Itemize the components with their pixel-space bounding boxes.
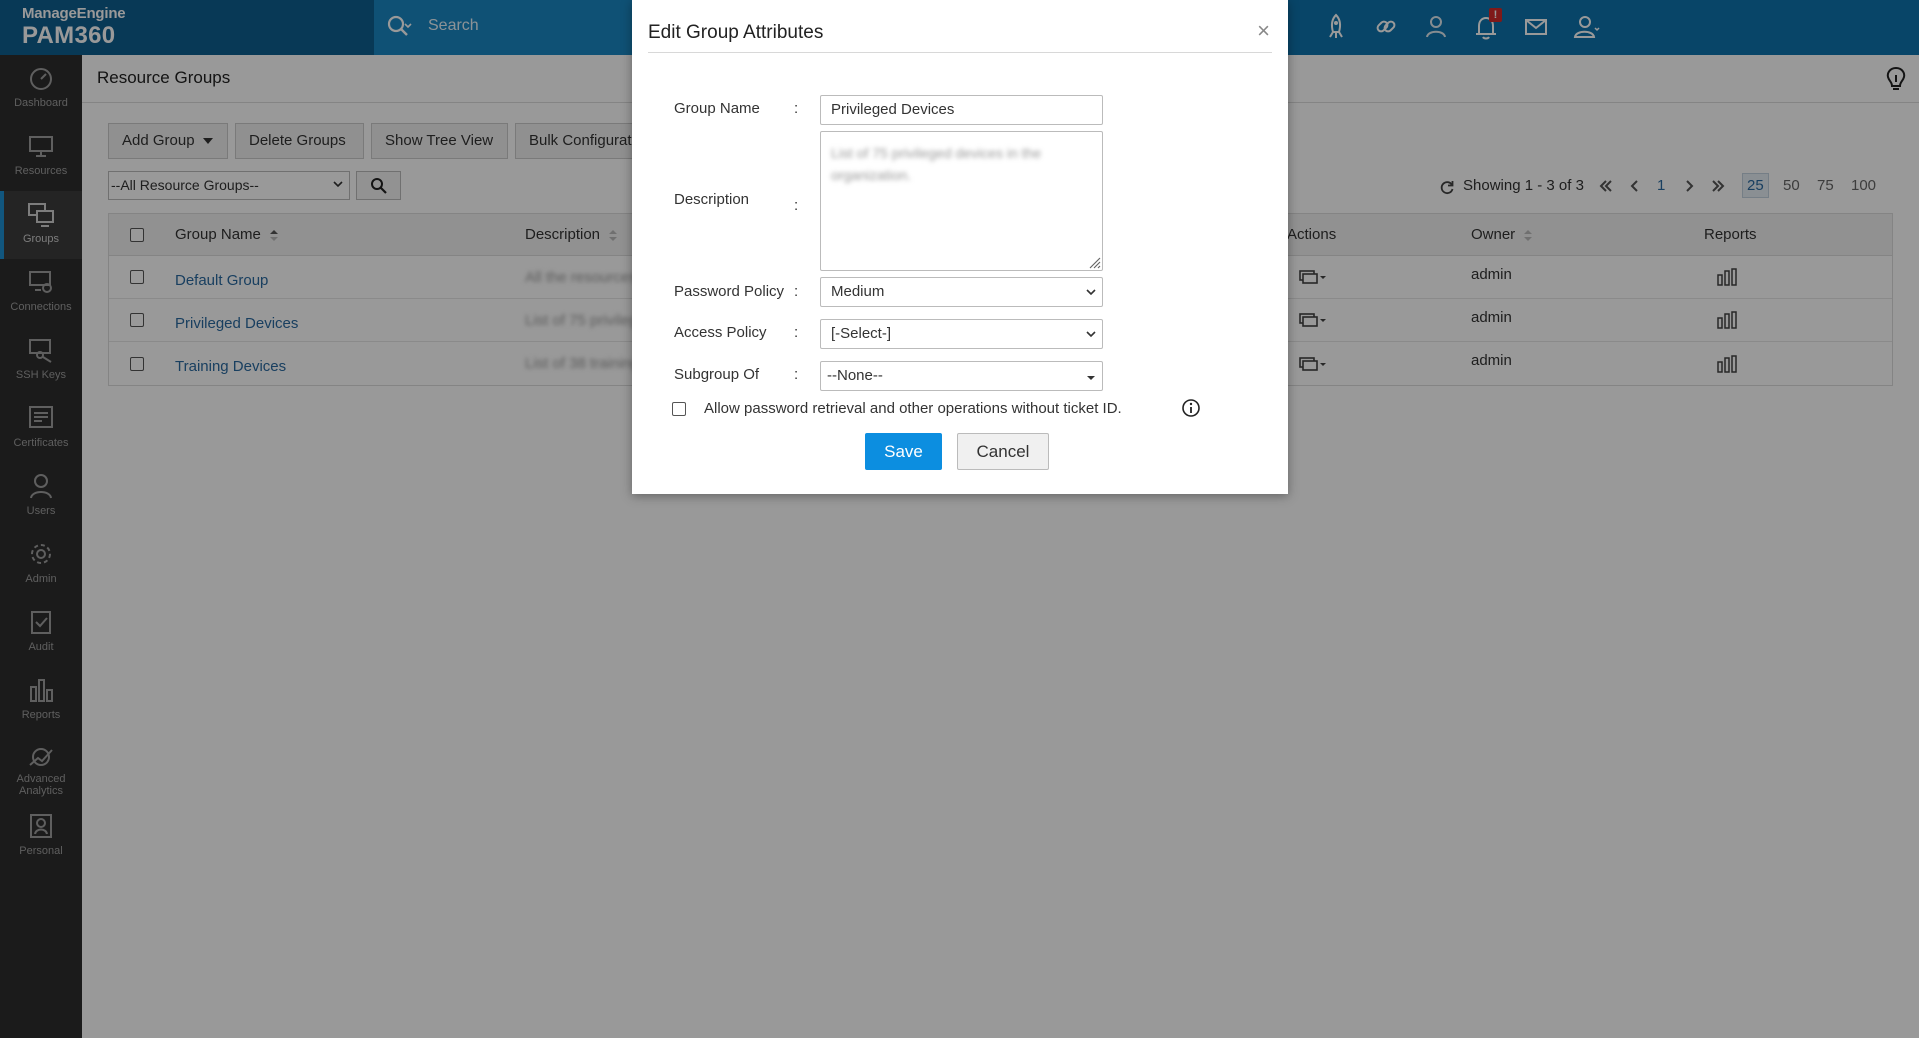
cancel-button[interactable]: Cancel (957, 433, 1049, 470)
group-name-input[interactable]: Privileged Devices (820, 95, 1103, 125)
access-policy-select[interactable]: [-Select-] (820, 319, 1103, 349)
chevron-down-icon (1086, 331, 1096, 338)
edit-group-dialog: Edit Group Attributes × Group Name : Pri… (632, 0, 1288, 494)
subgroup-of-label: Subgroup Of (674, 366, 760, 383)
password-policy-label: Password Policy (674, 283, 785, 300)
access-policy-value: [-Select-] (831, 325, 892, 342)
ticket-checkbox[interactable] (672, 402, 686, 416)
access-policy-label: Access Policy (674, 324, 767, 341)
subgroup-of-select[interactable]: --None-- (820, 361, 1103, 391)
close-icon[interactable]: × (1257, 20, 1270, 42)
password-policy-value: Medium (831, 283, 885, 300)
info-icon[interactable] (1181, 398, 1201, 418)
divider (648, 52, 1272, 53)
password-policy-select[interactable]: Medium (820, 277, 1103, 307)
field-colon: : (794, 100, 799, 117)
description-label: Description (674, 191, 750, 208)
subgroup-of-value: --None-- (827, 367, 883, 384)
field-colon: : (794, 283, 799, 300)
field-colon: : (794, 324, 799, 341)
dialog-title: Edit Group Attributes (648, 22, 824, 43)
chevron-down-icon (1086, 289, 1096, 296)
resize-grip-icon[interactable] (1087, 255, 1101, 269)
field-colon: : (794, 366, 799, 383)
field-colon: : (794, 197, 799, 214)
ticket-checkbox-label[interactable]: Allow password retrieval and other opera… (704, 400, 1122, 417)
save-button[interactable]: Save (865, 433, 942, 470)
caret-down-icon (1087, 376, 1095, 380)
description-value: List of 75 privileged devices in the org… (831, 145, 1042, 183)
group-name-label: Group Name (674, 100, 760, 117)
description-textarea[interactable]: List of 75 privileged devices in the org… (820, 131, 1103, 271)
